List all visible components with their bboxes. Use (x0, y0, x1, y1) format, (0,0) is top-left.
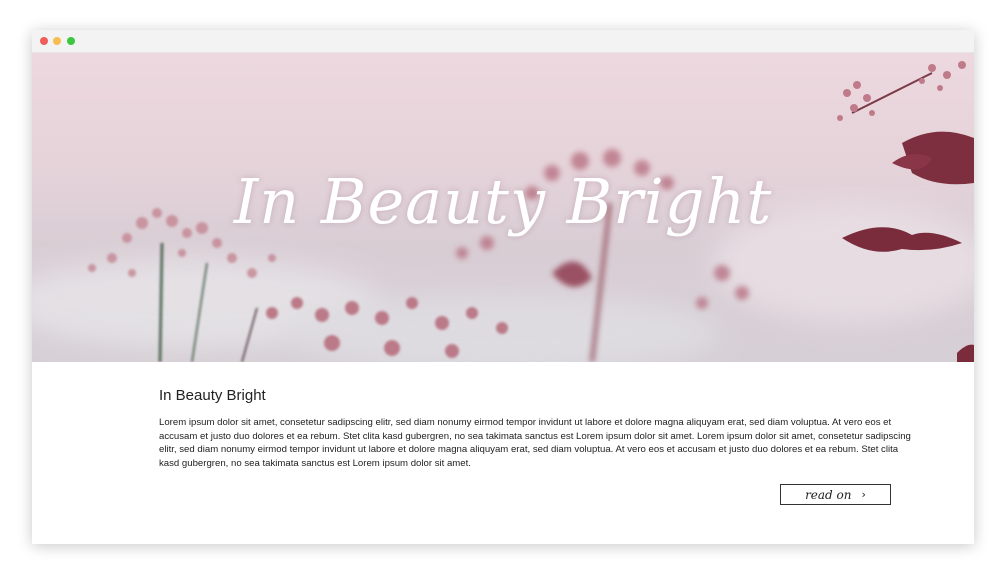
read-on-button[interactable]: read on › (780, 484, 891, 505)
read-on-label: read on (805, 487, 852, 502)
hero-banner: In Beauty Bright (32, 53, 974, 362)
close-window-button[interactable] (40, 37, 48, 45)
chevron-right-icon: › (861, 488, 866, 501)
browser-window: In Beauty Bright In Beauty Bright Lorem … (32, 30, 974, 544)
article-title: In Beauty Bright (159, 387, 266, 404)
article-body: Lorem ipsum dolor sit amet, consetetur s… (159, 417, 911, 470)
article: In Beauty Bright Lorem ipsum dolor sit a… (159, 387, 919, 471)
minimize-window-button[interactable] (53, 37, 61, 45)
title-bar (32, 30, 974, 53)
hero-title: In Beauty Bright (233, 165, 773, 238)
maximize-window-button[interactable] (67, 37, 75, 45)
